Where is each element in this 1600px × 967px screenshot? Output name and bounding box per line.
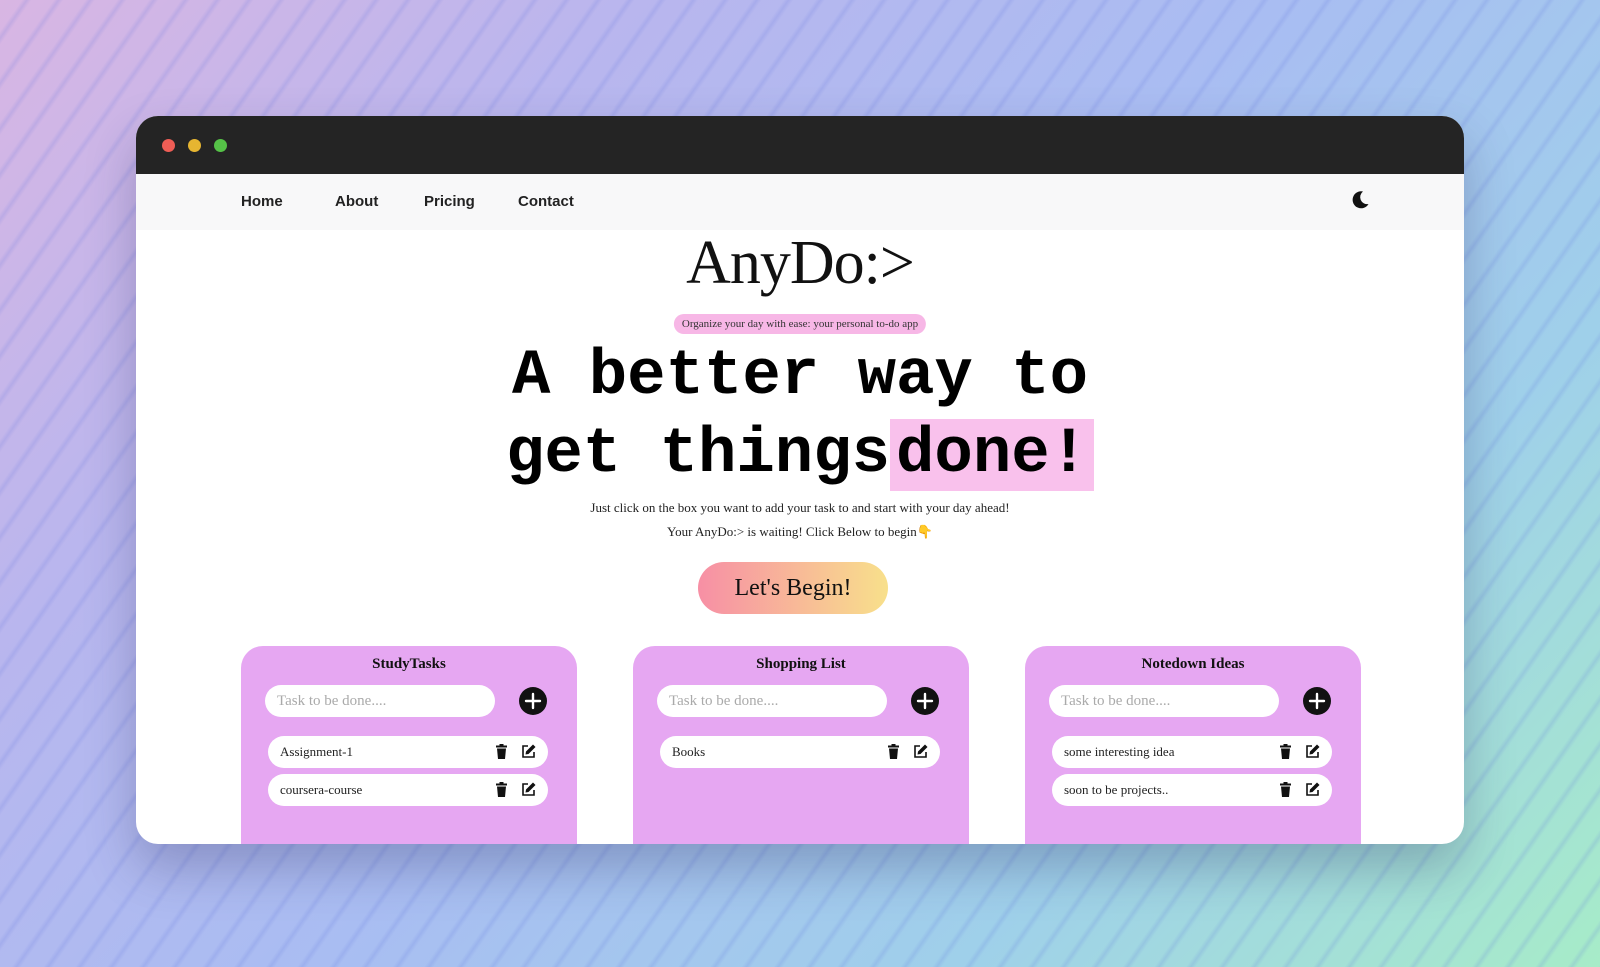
task-text: coursera-course — [280, 782, 363, 797]
task-item[interactable]: Books — [660, 736, 940, 768]
card-title: StudyTasks — [372, 656, 446, 672]
plus-circle-icon[interactable] — [911, 687, 939, 715]
task-item[interactable]: some interesting idea — [1052, 736, 1332, 768]
edit-icon[interactable] — [1304, 781, 1321, 798]
minimize-window-dot[interactable] — [188, 139, 201, 152]
nav-contact-link[interactable]: Contact — [518, 193, 574, 210]
task-input[interactable] — [1049, 685, 1279, 717]
browser-window: Home About Pricing Contact AnyDo:> Organ… — [136, 116, 1464, 844]
navbar: Home About Pricing Contact — [136, 174, 1464, 230]
lets-begin-button[interactable]: Let's Begin! — [698, 562, 888, 614]
trash-icon[interactable] — [1277, 781, 1294, 798]
edit-icon[interactable] — [912, 743, 929, 760]
hero-subtext-1: Just click on the box you want to add yo… — [590, 500, 1010, 515]
close-window-dot[interactable] — [162, 139, 175, 152]
task-text: Assignment-1 — [280, 744, 353, 759]
nav-pricing-link[interactable]: Pricing — [424, 193, 475, 210]
edit-icon[interactable] — [520, 743, 537, 760]
task-text: soon to be projects.. — [1064, 782, 1169, 797]
trash-icon[interactable] — [1277, 743, 1294, 760]
task-item[interactable]: Assignment-1 — [268, 736, 548, 768]
card-notedown-ideas: Notedown Ideas some interesting idea soo… — [1025, 646, 1361, 844]
trash-icon[interactable] — [493, 743, 510, 760]
task-item[interactable]: soon to be projects.. — [1052, 774, 1332, 806]
tagline-badge: Organize your day with ease: your person… — [673, 314, 927, 334]
hero-subtext-2: Your AnyDo:> is waiting! Click Below to … — [667, 524, 933, 539]
task-item[interactable]: coursera-course — [268, 774, 548, 806]
card-study-tasks: StudyTasks Assignment-1 coursera-course — [241, 646, 577, 844]
maximize-window-dot[interactable] — [214, 139, 227, 152]
headline-highlight: done! — [890, 419, 1095, 491]
plus-circle-icon[interactable] — [519, 687, 547, 715]
nav-about-link[interactable]: About — [335, 193, 378, 210]
edit-icon[interactable] — [1304, 743, 1321, 760]
task-input[interactable] — [265, 685, 495, 717]
card-shopping-list: Shopping List Books — [633, 646, 969, 844]
moon-icon[interactable] — [1348, 188, 1372, 212]
window-titlebar — [136, 116, 1464, 174]
task-text: some interesting idea — [1064, 744, 1175, 759]
edit-icon[interactable] — [520, 781, 537, 798]
card-title: Notedown Ideas — [1141, 656, 1245, 672]
hero-headline: A better way to get thingsdone! — [136, 338, 1464, 494]
headline-plain: get things — [505, 419, 891, 491]
task-input[interactable] — [657, 685, 887, 717]
plus-circle-icon[interactable] — [1303, 687, 1331, 715]
trash-icon[interactable] — [885, 743, 902, 760]
card-title: Shopping List — [756, 656, 846, 672]
task-text: Books — [672, 744, 706, 759]
nav-home-link[interactable]: Home — [241, 193, 283, 210]
headline-line-2: get thingsdone! — [136, 416, 1464, 494]
brand-logo: AnyDo:> — [686, 229, 915, 297]
trash-icon[interactable] — [493, 781, 510, 798]
headline-line-1: A better way to — [511, 341, 1089, 413]
